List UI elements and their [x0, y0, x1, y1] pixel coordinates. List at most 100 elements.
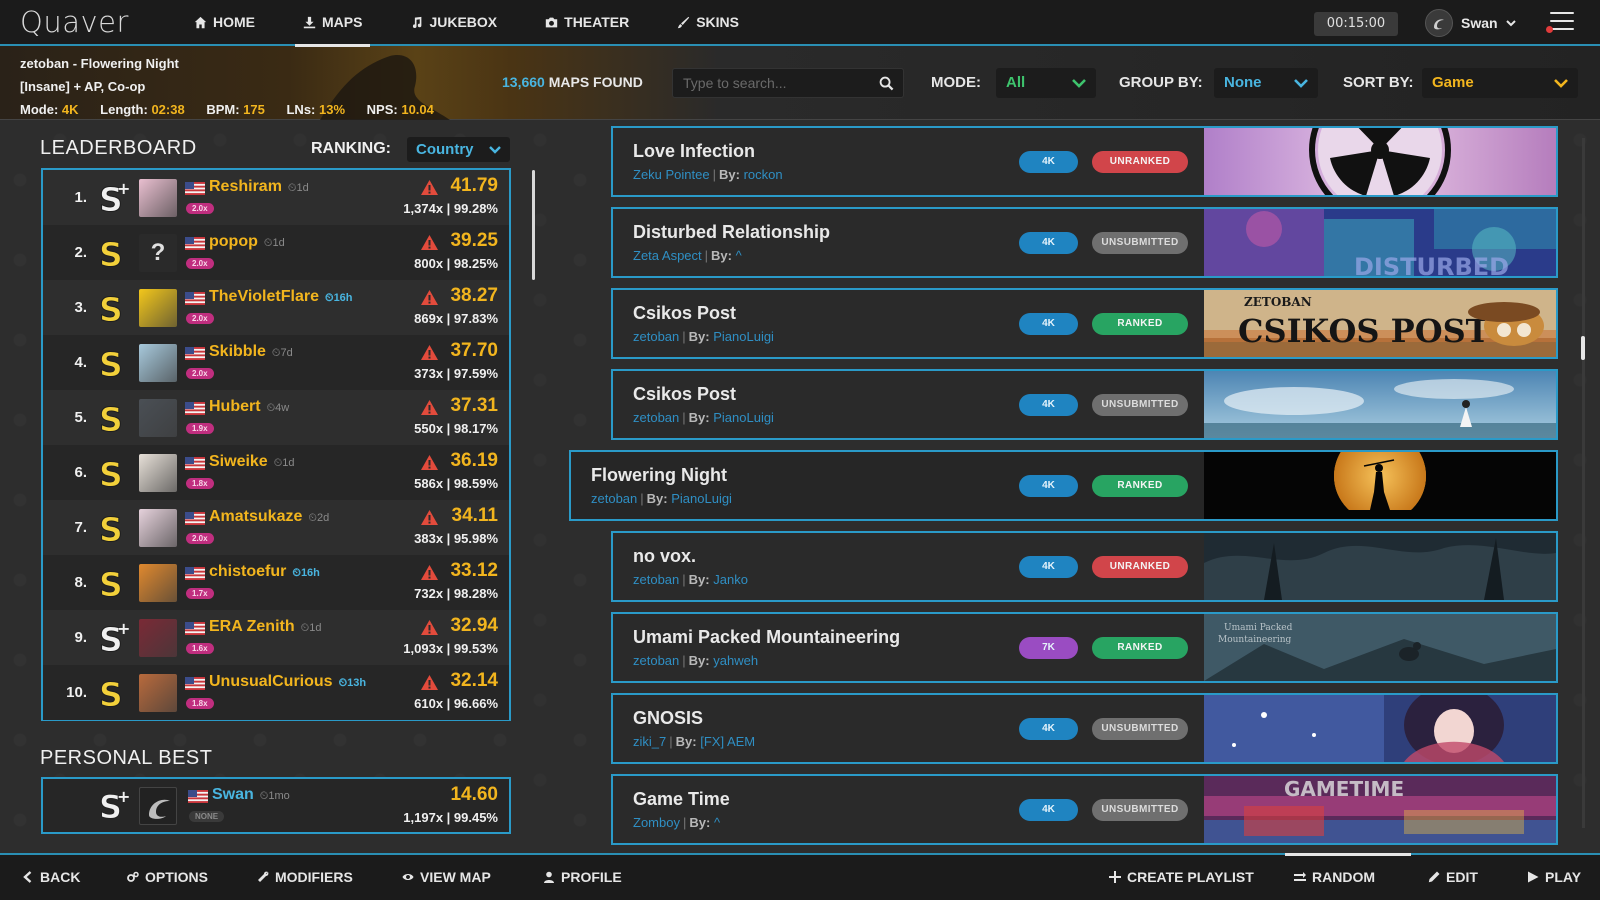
- nav-maps[interactable]: MAPS: [279, 0, 386, 47]
- nav-jukebox[interactable]: JUKEBOX: [386, 0, 521, 45]
- edit-button[interactable]: EDIT: [1428, 869, 1478, 885]
- player-name: UnusualCurious ⏲13h: [209, 673, 367, 690]
- score-time: ⏲1d: [263, 237, 285, 249]
- nav-home[interactable]: HOME: [170, 0, 279, 45]
- combo-accuracy: 1,093x | 99.53%: [403, 641, 498, 656]
- avatar: [139, 509, 177, 547]
- warning-icon: [421, 400, 438, 415]
- map-item[interactable]: Game Time Zomboy | By: ^ 4K UNSUBMITTED GAMETI…: [611, 774, 1558, 845]
- map-item[interactable]: no vox. zetoban | By: Janko 4K UNRANKED: [611, 531, 1558, 602]
- view-map-button[interactable]: VIEW MAP: [402, 869, 491, 885]
- map-item[interactable]: Love Infection Zeku Pointee | By: rockon 4K U…: [611, 126, 1558, 197]
- mode-filter-value: All: [1006, 74, 1026, 91]
- grade-s-plus-icon: S +: [99, 788, 131, 824]
- map-subtitle: zetoban | By: PianoLuigi: [633, 329, 774, 344]
- chevron-down-icon: [1294, 79, 1308, 88]
- mode-filter-dropdown[interactable]: All: [996, 68, 1096, 98]
- map-subtitle: Zeta Aspect | By: ^: [633, 248, 742, 263]
- leaderboard-row[interactable]: 2. S? popop ⏲1d 2.0x 39.25 800x | 98.25%: [43, 225, 509, 280]
- keys-badge: 4K: [1019, 718, 1078, 740]
- map-item-selected[interactable]: Flowering Night zetoban | By: PianoLuigi 4K R…: [569, 450, 1558, 521]
- map-subtitle: ziki_7 | By: [FX] AEM: [633, 734, 755, 749]
- keys-badge: 4K: [1019, 313, 1078, 335]
- map-artist: zetoban: [633, 572, 680, 587]
- user-menu[interactable]: Swan: [1425, 9, 1516, 37]
- back-button[interactable]: BACK: [22, 869, 80, 885]
- leaderboard-row[interactable]: 5. S Hubert ⏲4w 1.9x 37.31 550x | 98.17%: [43, 390, 509, 445]
- pb-accuracy: 1,197x | 99.45%: [403, 810, 498, 825]
- modifier-badge: 2.0x: [186, 258, 214, 269]
- group-by-label: GROUP BY:: [1119, 74, 1203, 91]
- map-difficulty: [Insane] + AP, Co-op: [20, 79, 146, 94]
- leaderboard-row[interactable]: 10. S UnusualCurious ⏲13h 1.8x 32.14 610x | 96…: [43, 665, 509, 720]
- leaderboard-row[interactable]: 9. S + ERA Zenith ⏲1d 1.6x 32.94 1,093x | 99.53…: [43, 610, 509, 665]
- play-button[interactable]: PLAY: [1527, 869, 1581, 885]
- map-item[interactable]: Disturbed Relationship Zeta Aspect | By: ^ 4…: [611, 207, 1558, 278]
- sort-by-dropdown[interactable]: Game: [1422, 68, 1578, 98]
- rank-position: 4.: [74, 354, 87, 371]
- warning-icon: [421, 235, 438, 250]
- leaderboard-row[interactable]: 7. S Amatsukaze ⏲2d 2.0x 34.11 383x | 95.98%: [43, 500, 509, 555]
- personal-best-title: PERSONAL BEST: [40, 747, 213, 769]
- svg-text:S: S: [99, 455, 123, 491]
- play-icon: [1528, 871, 1539, 883]
- map-creator: PianoLuigi: [713, 329, 774, 344]
- lns-stat-value: 13%: [319, 102, 346, 117]
- username: Swan: [1461, 15, 1498, 31]
- profile-button[interactable]: PROFILE: [543, 869, 622, 885]
- map-list-scrollbar-thumb[interactable]: [1581, 336, 1585, 360]
- map-item[interactable]: Csikos Post zetoban | By: PianoLuigi 4K UNSUB…: [611, 369, 1558, 440]
- map-item[interactable]: Csikos Post zetoban | By: PianoLuigi 4K RANKE…: [611, 288, 1558, 359]
- leaderboard-row[interactable]: 8. Schistoefur ⏲16h 1.7x 33.12 732x | 98.28%: [43, 555, 509, 610]
- nav-jukebox-label: JUKEBOX: [429, 14, 498, 30]
- map-creator: rockon: [743, 167, 783, 182]
- eye-icon: [402, 874, 414, 880]
- gears-icon: [127, 871, 139, 882]
- ranking-dropdown[interactable]: Country: [407, 137, 510, 162]
- map-item[interactable]: Umami Packed Mountaineering zetoban | By: y…: [611, 612, 1558, 683]
- separator: |: [712, 167, 716, 182]
- options-button[interactable]: OPTIONS: [127, 869, 208, 885]
- create-playlist-button[interactable]: CREATE PLAYLIST: [1109, 869, 1254, 885]
- map-item[interactable]: GNOSIS ziki_7 | By: [FX] AEM 4K UNSUBMITTED: [611, 693, 1558, 764]
- map-creator: PianoLuigi: [671, 491, 732, 506]
- map-creator: [FX] AEM: [700, 734, 756, 749]
- leaderboard-row[interactable]: 6. S Siweike ⏲1d 1.8x 36.19 586x | 98.59%: [43, 445, 509, 500]
- map-title: GNOSIS: [633, 708, 704, 728]
- quaver-logo[interactable]: Quaver: [20, 5, 140, 39]
- leaderboard-row[interactable]: 1. S + Reshiram ⏲1d 2.0x 41.79 1,374x | 99.28%: [43, 170, 509, 225]
- map-artist: zetoban: [633, 410, 680, 425]
- group-by-dropdown[interactable]: None: [1214, 68, 1318, 98]
- leaderboard-row[interactable]: 3. S TheVioletFlare ⏲16h 2.0x 38.27 869x | 97.…: [43, 280, 509, 335]
- leaderboard-title: LEADERBOARD: [40, 137, 197, 159]
- leaderboard-scrollbar[interactable]: [532, 170, 535, 280]
- group-by-value: None: [1224, 74, 1262, 91]
- rank-position: 8.: [74, 574, 87, 591]
- keys-badge: 7K: [1019, 637, 1078, 659]
- music-icon: [413, 16, 422, 28]
- leaderboard-row[interactable]: 4. S Skibble ⏲7d 2.0x 37.70 373x | 97.59%: [43, 335, 509, 390]
- search-icon[interactable]: [879, 76, 894, 91]
- separator: |: [682, 572, 686, 587]
- map-banner-image: ZETOBAN CSIKOS POST: [1204, 290, 1556, 357]
- keys-badge: 4K: [1019, 475, 1078, 497]
- map-creator: ^: [735, 248, 742, 263]
- map-title: Disturbed Relationship: [633, 222, 831, 242]
- nav-skins-label: SKINS: [696, 14, 740, 30]
- nav-theater[interactable]: THEATER: [521, 0, 653, 45]
- nav-skins[interactable]: SKINS: [653, 0, 763, 45]
- personal-best-row[interactable]: S + Swan ⏲1mo NONE 14.60 1,197x | 99.45%: [41, 777, 511, 834]
- modifiers-button[interactable]: MODIFIERS: [257, 869, 353, 885]
- hamburger-menu-button[interactable]: [1546, 12, 1574, 33]
- search-input[interactable]: [673, 69, 873, 97]
- plus-icon: [1109, 871, 1121, 883]
- grade-s-plus-icon: S+: [99, 180, 131, 216]
- swan-logo-icon: [1434, 19, 1444, 30]
- avatar: [139, 674, 177, 712]
- search-box: [672, 68, 904, 98]
- svg-text:Mountaineering: Mountaineering: [1218, 635, 1292, 645]
- random-button[interactable]: RANDOM: [1294, 869, 1375, 885]
- rank-position: 1.: [74, 189, 87, 206]
- map-title: Love Infection: [633, 141, 756, 161]
- pencil-icon: [1428, 871, 1440, 883]
